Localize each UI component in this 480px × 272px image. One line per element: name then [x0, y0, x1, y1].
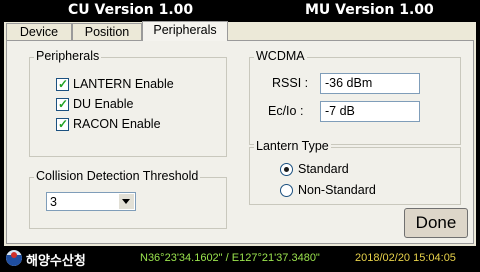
ecio-value-field: -7 dB	[320, 101, 420, 122]
checkbox-box[interactable]: ✓	[56, 97, 69, 111]
wcdma-group-title: WCDMA	[254, 49, 307, 63]
settings-window: Device Position Peripherals Peripherals …	[4, 21, 476, 246]
chevron-down-icon	[122, 199, 130, 204]
tab-strip: Device Position Peripherals	[4, 21, 476, 41]
radio-circle[interactable]	[280, 163, 293, 176]
peripherals-group: Peripherals ✓ LANTERN Enable ✓ DU Enable…	[29, 49, 227, 157]
org-logo-icon	[6, 250, 22, 266]
radio-selected-dot	[284, 167, 289, 172]
lantern-enable-label: LANTERN Enable	[73, 77, 174, 91]
collision-threshold-title: Collision Detection Threshold	[34, 169, 201, 183]
title-bar: CU Version 1.00 MU Version 1.00	[0, 0, 480, 22]
checkmark-icon: ✓	[58, 77, 69, 91]
peripherals-panel: Peripherals ✓ LANTERN Enable ✓ DU Enable…	[6, 40, 474, 244]
rssi-label: RSSI :	[272, 76, 309, 90]
peripherals-group-title: Peripherals	[34, 49, 102, 63]
checkmark-icon: ✓	[58, 97, 69, 111]
non-standard-label: Non-Standard	[298, 183, 376, 197]
org-name: 해양수산청	[26, 254, 86, 269]
lantern-type-group-title: Lantern Type	[254, 139, 331, 153]
cu-version-title: CU Version 1.00	[68, 2, 194, 18]
rssi-value-field: -36 dBm	[320, 73, 420, 94]
du-enable-label: DU Enable	[73, 97, 134, 111]
done-button[interactable]: Done	[404, 208, 468, 238]
tab-device[interactable]: Device	[6, 23, 72, 40]
status-bar: 해양수산청 N36°23'34.1602" / E127°21'37.3480"…	[0, 246, 480, 272]
tab-position[interactable]: Position	[72, 23, 142, 40]
racon-enable-label: RACON Enable	[73, 117, 161, 131]
wcdma-group: WCDMA RSSI : -36 dBm Ec/Io : -7 dB	[249, 49, 461, 145]
collision-threshold-value: 3	[50, 195, 57, 209]
checkmark-icon: ✓	[58, 117, 69, 131]
ecio-label: Ec/Io :	[268, 104, 304, 118]
lantern-type-group: Lantern Type Standard Non-Standard	[249, 139, 461, 205]
collision-threshold-select[interactable]: 3	[46, 192, 136, 211]
standard-label: Standard	[298, 162, 349, 176]
radio-circle[interactable]	[280, 184, 293, 197]
tab-peripherals[interactable]: Peripherals	[142, 21, 228, 41]
logo-sun-shape	[11, 252, 17, 258]
gps-coordinates: N36°23'34.1602" / E127°21'37.3480"	[140, 252, 320, 264]
collision-threshold-group: Collision Detection Threshold 3	[29, 169, 227, 229]
dropdown-button[interactable]	[119, 194, 134, 209]
date-time: 2018/02/20 15:04:05	[355, 252, 456, 264]
checkbox-box[interactable]: ✓	[56, 77, 69, 91]
checkbox-box[interactable]: ✓	[56, 117, 69, 131]
mu-version-title: MU Version 1.00	[305, 2, 434, 18]
